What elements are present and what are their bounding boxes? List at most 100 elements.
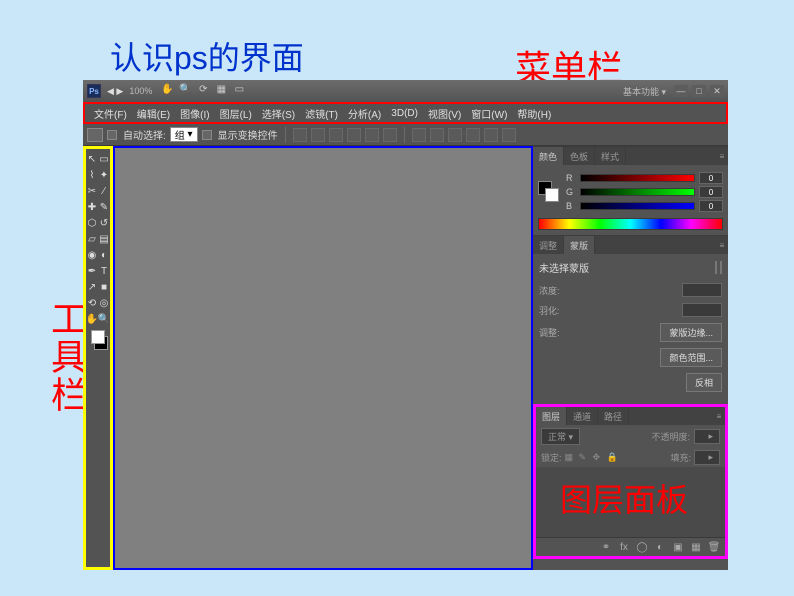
hand-tool-icon[interactable]: ✋ — [160, 84, 174, 98]
pen-tool-icon[interactable]: ✒ — [87, 264, 98, 278]
maximize-button[interactable]: □ — [692, 85, 706, 97]
spectrum-bar[interactable] — [538, 218, 723, 230]
lasso-tool-icon[interactable]: ⌇ — [87, 168, 98, 182]
3d-orbit-icon[interactable]: ◎ — [99, 296, 110, 310]
screen-mode-icon[interactable]: ▭ — [232, 84, 246, 98]
menu-edit[interactable]: 编辑(E) — [132, 106, 175, 121]
zoom-tool-icon[interactable]: 🔍 — [178, 84, 192, 98]
heal-tool-icon[interactable]: ✚ — [87, 200, 98, 214]
menu-analysis[interactable]: 分析(A) — [343, 106, 386, 121]
path-select-icon[interactable]: ↗ — [87, 280, 98, 294]
blend-mode-dropdown[interactable]: 正常 ▾ — [541, 428, 580, 445]
align-icon[interactable] — [311, 128, 325, 142]
tab-swatches[interactable]: 色板 — [564, 147, 595, 165]
new-layer-icon[interactable]: ▦ — [690, 541, 702, 553]
group-icon[interactable]: ▣ — [672, 541, 684, 553]
layer-mask-icon[interactable]: ◯ — [636, 541, 648, 553]
r-slider[interactable] — [580, 174, 695, 182]
tab-styles[interactable]: 样式 — [595, 147, 626, 165]
color-range-button[interactable]: 颜色范围... — [660, 348, 722, 367]
auto-select-checkbox[interactable] — [107, 130, 117, 140]
lock-pixels-icon[interactable]: ✎ — [579, 452, 590, 463]
arrange-docs-icon[interactable]: ▦ — [214, 84, 228, 98]
distribute-icon[interactable] — [466, 128, 480, 142]
marquee-tool-icon[interactable]: ▭ — [99, 152, 110, 166]
distribute-icon[interactable] — [412, 128, 426, 142]
lock-position-icon[interactable]: ✥ — [593, 452, 604, 463]
tab-channels[interactable]: 通道 — [567, 407, 598, 425]
density-input[interactable] — [682, 283, 722, 297]
gradient-tool-icon[interactable]: ▤ — [99, 232, 110, 246]
align-icon[interactable] — [347, 128, 361, 142]
menu-layer[interactable]: 图层(L) — [215, 106, 257, 121]
hand-pan-icon[interactable]: ✋ — [87, 312, 98, 326]
menu-view[interactable]: 视图(V) — [423, 106, 466, 121]
menu-image[interactable]: 图像(I) — [175, 106, 214, 121]
zoom-level[interactable]: 100% — [129, 86, 152, 96]
mask-edge-button[interactable]: 蒙版边缘... — [660, 323, 722, 342]
tab-color[interactable]: 颜色 — [533, 147, 564, 165]
delete-layer-icon[interactable]: 🗑 — [708, 541, 720, 553]
foreground-color[interactable] — [91, 330, 105, 344]
canvas-area[interactable] — [113, 146, 533, 570]
feather-input[interactable] — [682, 303, 722, 317]
dodge-tool-icon[interactable]: ◐ — [99, 248, 110, 262]
align-icon[interactable] — [383, 128, 397, 142]
opacity-input[interactable]: ▸ — [694, 429, 720, 444]
menu-filter[interactable]: 滤镜(T) — [300, 106, 343, 121]
crop-tool-icon[interactable]: ✂ — [87, 184, 98, 198]
align-icon[interactable] — [293, 128, 307, 142]
lock-transparency-icon[interactable]: ▦ — [565, 452, 576, 463]
link-layers-icon[interactable]: ⚭ — [600, 541, 612, 553]
menu-select[interactable]: 选择(S) — [257, 106, 300, 121]
fill-input[interactable]: ▸ — [694, 450, 720, 465]
distribute-icon[interactable] — [502, 128, 516, 142]
stamp-tool-icon[interactable]: ⬡ — [87, 216, 98, 230]
auto-select-dropdown[interactable]: 组 ▾ — [170, 127, 198, 142]
b-slider[interactable] — [580, 202, 695, 210]
tab-mask[interactable]: 蒙版 — [564, 236, 595, 254]
brush-tool-icon[interactable]: ✎ — [99, 200, 110, 214]
menu-file[interactable]: 文件(F) — [89, 106, 132, 121]
vector-mask-icon[interactable] — [720, 261, 722, 274]
r-value[interactable]: 0 — [699, 172, 723, 184]
invert-button[interactable]: 反相 — [686, 373, 722, 392]
blur-tool-icon[interactable]: ◉ — [87, 248, 98, 262]
menu-help[interactable]: 帮助(H) — [512, 106, 556, 121]
move-tool-icon[interactable]: ↖ — [87, 152, 98, 166]
align-icon[interactable] — [365, 128, 379, 142]
layer-style-icon[interactable]: fx — [618, 541, 630, 553]
distribute-icon[interactable] — [484, 128, 498, 142]
distribute-icon[interactable] — [430, 128, 444, 142]
distribute-icon[interactable] — [448, 128, 462, 142]
rotate-view-icon[interactable]: ⟳ — [196, 84, 210, 98]
panel-menu-icon[interactable]: ≡ — [716, 236, 728, 254]
color-swatch-pair[interactable] — [538, 181, 560, 203]
b-value[interactable]: 0 — [699, 200, 723, 212]
show-transform-checkbox[interactable] — [202, 130, 212, 140]
lock-all-icon[interactable]: 🔒 — [607, 452, 618, 463]
tab-layers[interactable]: 图层 — [536, 407, 567, 425]
g-slider[interactable] — [580, 188, 695, 196]
panel-menu-icon[interactable]: ≡ — [716, 147, 728, 165]
adjustment-layer-icon[interactable]: ◐ — [654, 541, 666, 553]
close-button[interactable]: ✕ — [710, 85, 724, 97]
type-tool-icon[interactable]: T — [99, 264, 110, 278]
wand-tool-icon[interactable]: ✦ — [99, 168, 110, 182]
minimize-button[interactable]: — — [674, 85, 688, 97]
workspace-switcher[interactable]: 基本功能 ▾ — [623, 85, 666, 98]
tab-adjust[interactable]: 调整 — [533, 236, 564, 254]
shape-tool-icon[interactable]: ■ — [99, 280, 110, 294]
zoom-icon[interactable]: 🔍 — [99, 312, 110, 326]
eraser-tool-icon[interactable]: ▱ — [87, 232, 98, 246]
3d-rotate-icon[interactable]: ⟲ — [87, 296, 98, 310]
g-value[interactable]: 0 — [699, 186, 723, 198]
history-brush-icon[interactable]: ↺ — [99, 216, 110, 230]
menu-3d[interactable]: 3D(D) — [386, 108, 423, 119]
pixel-mask-icon[interactable] — [715, 261, 717, 274]
tab-paths[interactable]: 路径 — [598, 407, 629, 425]
menu-window[interactable]: 窗口(W) — [466, 106, 512, 121]
align-icon[interactable] — [329, 128, 343, 142]
tool-preset-picker[interactable] — [87, 128, 103, 142]
panel-menu-icon[interactable]: ≡ — [713, 407, 725, 425]
